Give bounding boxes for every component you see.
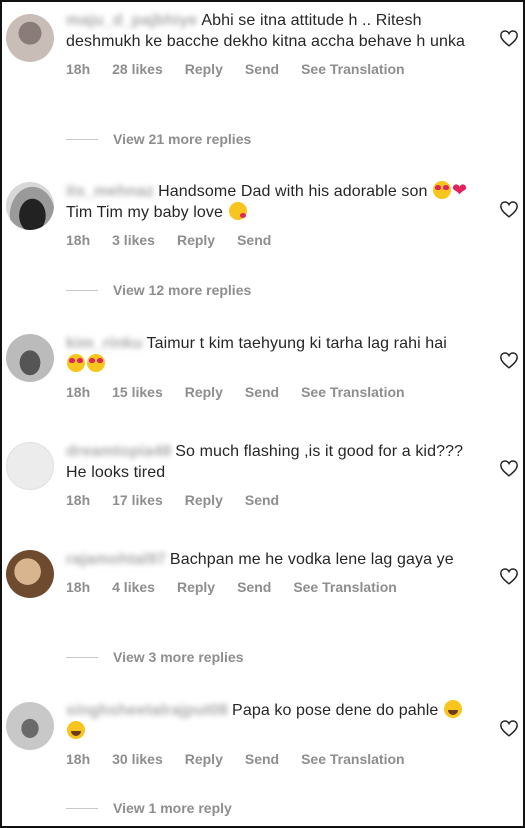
reply-button[interactable]: Reply: [185, 61, 223, 77]
comment-likes[interactable]: 4 likes: [112, 579, 155, 595]
comment-actions: 18h 28 likes Reply Send See Translation: [66, 61, 469, 77]
comment-time: 18h: [66, 61, 91, 77]
reply-button[interactable]: Reply: [185, 384, 223, 400]
reply-button[interactable]: Reply: [177, 232, 215, 248]
avatar[interactable]: [6, 14, 54, 62]
reply-button[interactable]: Reply: [177, 579, 215, 595]
divider-line: [66, 656, 98, 658]
comment-likes[interactable]: 30 likes: [112, 751, 163, 767]
tears-of-joy-emoji-icon: [67, 721, 85, 739]
view-more-replies[interactable]: View 21 more replies: [66, 131, 251, 147]
view-more-replies-label: View 12 more replies: [113, 282, 252, 298]
avatar[interactable]: [6, 550, 54, 598]
comment-text: Papa ko pose dene do pahle: [232, 702, 439, 719]
see-translation-button[interactable]: See Translation: [301, 751, 404, 767]
comment-username[interactable]: maju_d_pajbhiye: [66, 10, 197, 31]
send-button[interactable]: Send: [237, 579, 271, 595]
avatar[interactable]: [6, 702, 54, 750]
heart-outline-icon[interactable]: [499, 459, 519, 477]
see-translation-button[interactable]: See Translation: [293, 579, 396, 595]
red-heart-emoji-icon: ❤: [452, 180, 468, 200]
comment-username[interactable]: rajamohtal97: [66, 549, 166, 570]
comment-likes[interactable]: 15 likes: [112, 384, 163, 400]
view-more-replies[interactable]: View 3 more replies: [66, 649, 243, 665]
comment-text: Handsome Dad with his adorable son: [158, 183, 428, 200]
comment-text-block: its_mehnaz Handsome Dad with his adorable…: [66, 181, 469, 223]
heart-outline-icon[interactable]: [499, 719, 519, 737]
avatar[interactable]: [6, 334, 54, 382]
comment-text: Taimur t kim taehyung ki tarha lag rahi …: [146, 335, 447, 352]
divider-line: [66, 289, 98, 291]
view-more-replies-label: View 21 more replies: [113, 131, 252, 147]
reply-button[interactable]: Reply: [185, 492, 223, 508]
comment-time: 18h: [66, 232, 91, 248]
heart-eyes-emoji-icon: [87, 354, 105, 372]
comment-username[interactable]: kim_rinku: [66, 333, 143, 354]
comment-likes[interactable]: 3 likes: [112, 232, 155, 248]
divider-line: [66, 138, 98, 140]
view-more-replies-label: View 1 more reply: [113, 800, 232, 816]
heart-outline-icon[interactable]: [499, 351, 519, 369]
view-more-replies-label: View 3 more replies: [113, 649, 244, 665]
reply-button[interactable]: Reply: [185, 751, 223, 767]
comment-likes[interactable]: 17 likes: [112, 492, 163, 508]
heart-eyes-emoji-icon: [67, 354, 85, 372]
comment-actions: 18h 30 likes Reply Send See Translation: [66, 751, 469, 767]
comment-username[interactable]: its_mehnaz: [66, 181, 154, 202]
comment-time: 18h: [66, 579, 91, 595]
comment-text: Bachpan me he vodka lene lag gaya ye: [169, 551, 454, 568]
comment-actions: 18h 3 likes Reply Send: [66, 232, 469, 248]
send-button[interactable]: Send: [245, 61, 279, 77]
comment-text-block: singhsheetalrajput08 Papa ko pose dene do…: [66, 700, 469, 742]
view-more-replies[interactable]: View 12 more replies: [66, 282, 251, 298]
comment-text-block: dreamtopia48 So much flashing ,is it good…: [66, 441, 469, 483]
send-button[interactable]: Send: [237, 232, 271, 248]
see-translation-button[interactable]: See Translation: [301, 61, 404, 77]
avatar[interactable]: [6, 182, 54, 230]
send-button[interactable]: Send: [245, 751, 279, 767]
see-translation-button[interactable]: See Translation: [301, 384, 404, 400]
comment-actions: 18h 4 likes Reply Send See Translation: [66, 579, 469, 595]
comment-time: 18h: [66, 384, 91, 400]
heart-eyes-emoji-icon: [433, 181, 452, 199]
view-more-replies[interactable]: View 1 more reply: [66, 800, 232, 816]
comment-actions: 18h 15 likes Reply Send See Translation: [66, 384, 469, 400]
heart-outline-icon[interactable]: [499, 29, 519, 47]
comment-text-block: rajamohtal97 Bachpan me he vodka lene lag…: [66, 549, 469, 570]
send-button[interactable]: Send: [245, 384, 279, 400]
comment-time: 18h: [66, 751, 91, 767]
comment-actions: 18h 17 likes Reply Send: [66, 492, 469, 508]
comment-username[interactable]: dreamtopia48: [66, 441, 171, 462]
comment-text-continued: Tim Tim my baby love: [66, 204, 223, 221]
heart-outline-icon[interactable]: [499, 200, 519, 218]
send-button[interactable]: Send: [245, 492, 279, 508]
divider-line: [66, 807, 98, 809]
comment-text-block: kim_rinku Taimur t kim taehyung ki tarha …: [66, 333, 469, 375]
comment-time: 18h: [66, 492, 91, 508]
blowing-kiss-emoji-icon: [228, 202, 247, 220]
tears-of-joy-emoji-icon: [443, 700, 462, 718]
avatar[interactable]: [6, 442, 54, 490]
comment-text-block: maju_d_pajbhiye Abhi se itna attitude h .…: [66, 10, 469, 52]
heart-outline-icon[interactable]: [499, 567, 519, 585]
comment-likes[interactable]: 28 likes: [112, 61, 163, 77]
comment-username[interactable]: singhsheetalrajput08: [66, 700, 228, 721]
